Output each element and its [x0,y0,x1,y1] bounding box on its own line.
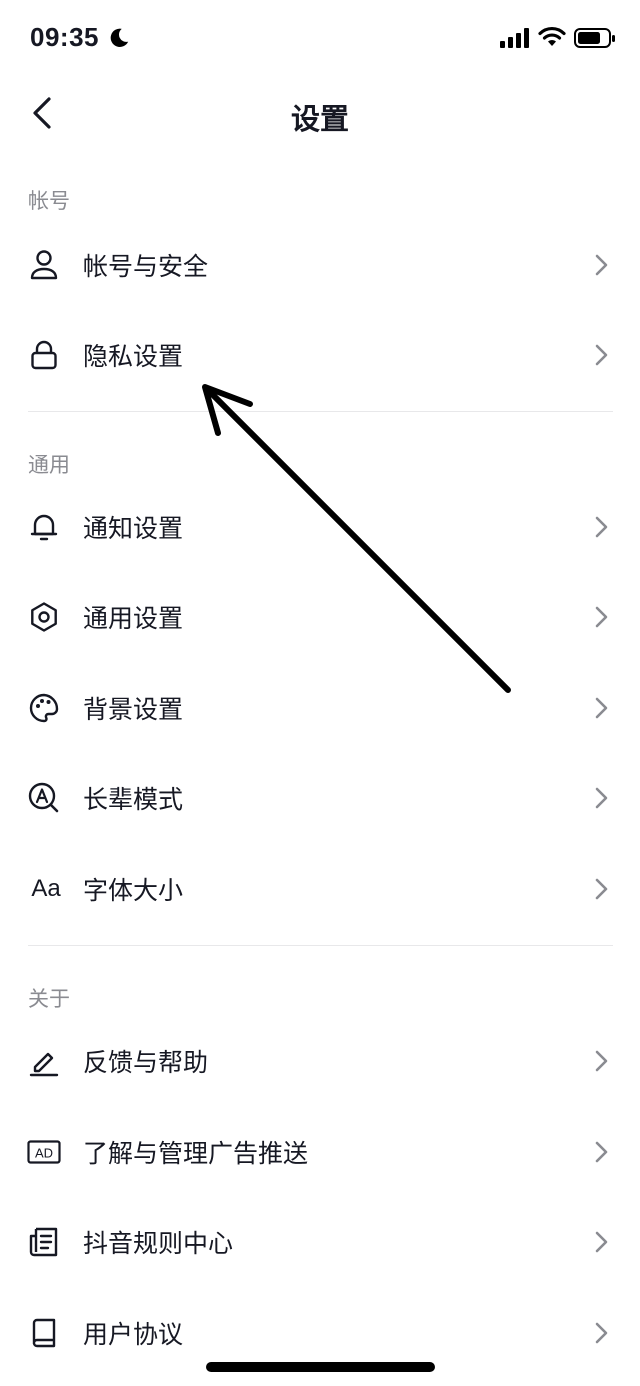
settings-item-elder-mode[interactable]: 长辈模式 [0,753,640,843]
bell-icon [26,509,62,545]
section-divider [28,411,613,412]
settings-item-label: 帐号与安全 [83,252,209,281]
battery-icon [574,28,615,48]
settings-item-label: 了解与管理广告推送 [83,1139,309,1168]
book-icon [26,1315,62,1351]
settings-item-privacy[interactable]: 隐私设置 [0,310,640,400]
page-title: 设置 [290,102,349,136]
settings-item-ad-management[interactable]: AD 了解与管理广告推送 [0,1107,640,1197]
settings-item-label: 反馈与帮助 [83,1048,209,1077]
elder-mode-icon [26,780,62,816]
wifi-icon [538,26,566,46]
settings-item-account-security[interactable]: 帐号与安全 [0,220,640,310]
settings-item-label: 背景设置 [83,695,184,724]
chevron-right-icon [595,787,608,809]
settings-item-label: 用户协议 [83,1320,184,1349]
section-header-about: 关于 [28,987,70,1011]
section-header-account: 帐号 [28,189,70,213]
font-size-icon: Aa [31,875,61,902]
chevron-right-icon [595,1050,608,1072]
status-time: 09:35 [30,22,99,52]
cellular-signal-icon [500,28,529,48]
settings-item-label: 抖音规则中心 [83,1229,234,1258]
settings-item-background[interactable]: 背景设置 [0,663,640,753]
chevron-right-icon [595,254,608,276]
home-indicator [206,1362,435,1372]
chevron-right-icon [595,1231,608,1253]
user-icon [26,247,62,283]
chevron-right-icon [595,344,608,366]
chevron-right-icon [595,516,608,538]
settings-item-rules-center[interactable]: 抖音规则中心 [0,1197,640,1287]
moon-icon [110,28,129,47]
settings-item-label: 通知设置 [83,514,184,543]
section-divider [28,945,613,946]
settings-item-feedback[interactable]: 反馈与帮助 [0,1016,640,1106]
chevron-right-icon [595,606,608,628]
document-icon [26,1224,62,1260]
settings-item-general[interactable]: 通用设置 [0,572,640,662]
settings-item-label: 通用设置 [83,604,184,633]
settings-screen: 09:35 设置 帐号 帐号与安全 隐私设置 通用 通知设置 通用设置 背景设置… [0,0,640,1386]
svg-text:AD: AD [35,1146,53,1161]
settings-item-label: 长辈模式 [83,785,184,814]
gear-icon [26,599,62,635]
chevron-right-icon [595,878,608,900]
chevron-right-icon [595,697,608,719]
status-bar: 09:35 [0,0,640,80]
lock-icon [26,337,62,373]
section-header-general: 通用 [28,453,70,477]
settings-item-label: 字体大小 [83,876,184,905]
pencil-icon [26,1043,62,1079]
ad-icon: AD [26,1134,62,1170]
settings-item-font-size[interactable]: Aa 字体大小 [0,844,640,934]
chevron-right-icon [595,1322,608,1344]
chevron-right-icon [595,1141,608,1163]
navigation-bar: 设置 [0,80,640,146]
settings-item-label: 隐私设置 [83,342,184,371]
palette-icon [26,690,62,726]
settings-item-notifications[interactable]: 通知设置 [0,482,640,572]
